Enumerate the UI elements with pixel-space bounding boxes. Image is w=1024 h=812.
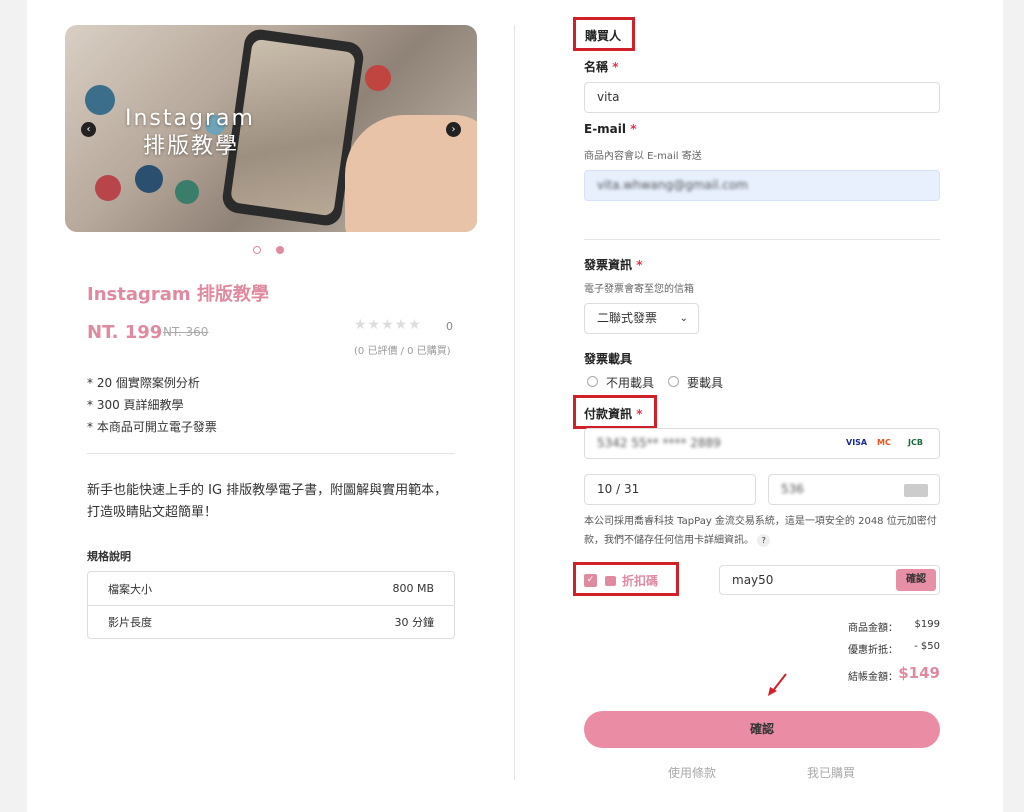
terms-link[interactable]: 使用條款 — [668, 764, 716, 781]
spec-row: 檔案大小 800 MB — [88, 572, 454, 605]
cvc-card-icon — [904, 484, 928, 497]
spec-value: 800 MB — [392, 582, 434, 595]
payment-label: 付款資訊 * — [584, 407, 643, 421]
coupon-icon — [605, 576, 616, 586]
name-input[interactable]: vita — [584, 82, 940, 113]
email-hint: 商品內容會以 E-mail 寄送 — [584, 151, 702, 162]
subtotal-value: $199 — [914, 619, 940, 630]
feature-list: * 20 個實際案例分析 * 300 頁詳細教學 * 本商品可開立電子發票 — [87, 372, 217, 438]
discount-amount-label: 優惠折抵： — [848, 645, 898, 656]
paint-jar — [365, 65, 391, 91]
carousel-prev-icon[interactable]: ‹ — [81, 122, 96, 137]
carrier-option-none[interactable]: 不用載具 — [606, 374, 654, 391]
carousel-dots — [253, 239, 299, 258]
carrier-radio-need[interactable] — [668, 376, 679, 387]
spec-title: 規格說明 — [87, 550, 131, 563]
cvc-value: 536 — [781, 482, 804, 496]
paint-jar — [85, 85, 115, 115]
paint-jar — [135, 165, 163, 193]
subtotal-label: 商品金額： — [848, 623, 898, 634]
spec-value: 30 分鐘 — [394, 616, 435, 629]
spec-label: 檔案大小 — [108, 582, 152, 596]
divider — [87, 453, 455, 454]
feature-item: * 本商品可開立電子發票 — [87, 420, 217, 434]
original-price: NT. 360 — [163, 325, 209, 339]
visa-icon: VISA — [846, 438, 868, 447]
invoice-type-select[interactable]: 二聯式發票 ⌄ — [584, 303, 699, 334]
card-number-value: 5342 55** **** 2889 — [597, 436, 721, 450]
email-input[interactable]: vita.whwang@gmail.com — [584, 170, 940, 201]
column-divider — [514, 25, 515, 780]
coupon-value: may50 — [732, 573, 774, 587]
tappay-note: 本公司採用喬睿科技 TapPay 金流交易系統，這是一項安全的 2048 位元加… — [584, 516, 937, 547]
discount-checkbox[interactable]: ✓ — [584, 574, 597, 587]
product-banner: Instagram 排版教學 ‹ › — [65, 25, 477, 232]
mastercard-icon: MC — [877, 438, 891, 447]
invoice-hint: 電子發票會寄至您的信箱 — [584, 284, 694, 295]
chevron-down-icon: ⌄ — [679, 313, 688, 324]
invoice-label: 發票資訊 * — [584, 258, 643, 272]
carousel-dot[interactable] — [253, 246, 261, 254]
carrier-radio-none[interactable] — [587, 376, 598, 387]
discount-amount-value: - $50 — [914, 641, 940, 652]
spec-row: 影片長度 30 分鐘 — [88, 605, 454, 638]
banner-title: Instagram 排版教學 — [125, 105, 255, 161]
email-value: vita.whwang@gmail.com — [597, 178, 748, 192]
product-title: Instagram 排版教學 — [87, 284, 269, 305]
carousel-dot-active[interactable] — [276, 246, 284, 254]
spec-table: 檔案大小 800 MB 影片長度 30 分鐘 — [87, 571, 455, 639]
banner-title-line1: Instagram — [125, 106, 255, 131]
coupon-input[interactable]: may50 確認 — [719, 565, 940, 595]
expiry-input[interactable]: 10 / 31 — [584, 474, 756, 505]
paint-jar — [95, 175, 121, 201]
invoice-type-value: 二聯式發票 — [597, 311, 658, 325]
name-label: 名稱 * — [584, 60, 619, 74]
rating-stars: ★★★★★ — [354, 317, 422, 333]
spec-label: 影片長度 — [108, 616, 152, 629]
red-arrow-icon — [768, 673, 787, 696]
total-value: $149 — [898, 664, 940, 682]
carrier-label: 發票載具 — [584, 352, 633, 366]
carousel-next-icon[interactable]: › — [446, 122, 461, 137]
already-purchased-link[interactable]: 我已購買 — [807, 764, 855, 781]
email-label: E-mail * — [584, 122, 637, 136]
feature-item: * 20 個實際案例分析 — [87, 376, 200, 390]
review-summary: (0 已評價 / 0 已購買) — [354, 346, 451, 357]
banner-title-line2: 排版教學 — [143, 134, 240, 159]
product-price: NT. 199 — [87, 322, 163, 343]
paint-jar — [175, 180, 199, 204]
feature-item: * 300 頁詳細教學 — [87, 398, 184, 412]
product-description: 新手也能快速上手的 IG 排版教學電子書，附圖解與實用範本，打造吸睛貼文超簡單！ — [87, 483, 448, 520]
help-icon[interactable]: ? — [757, 534, 771, 547]
carrier-option-need[interactable]: 要載具 — [687, 374, 723, 391]
divider — [584, 239, 940, 240]
confirm-button[interactable]: 確認 — [584, 711, 940, 748]
discount-label: 折扣碼 — [605, 572, 658, 589]
rating-count: 0 — [446, 320, 453, 333]
buyer-section-title: 購買人 — [585, 29, 622, 43]
apply-coupon-button[interactable]: 確認 — [896, 569, 936, 591]
jcb-icon: JCB — [908, 438, 923, 447]
